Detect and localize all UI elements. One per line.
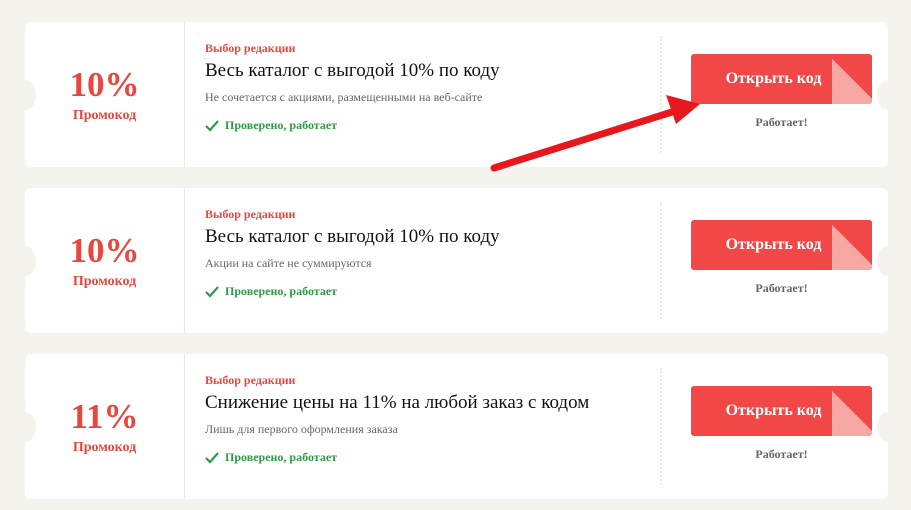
coupon-note: Лишь для первого оформления заказа — [205, 422, 398, 436]
coupon-card: 10% Промокод Выбор редакции Весь каталог… — [14, 188, 899, 333]
verified-label: Проверено, работает — [225, 284, 338, 298]
code-peel-corner — [832, 386, 872, 436]
editor-choice-label: Выбор редакции — [205, 207, 296, 221]
editor-choice-label: Выбор редакции — [205, 373, 296, 387]
check-icon — [205, 451, 219, 464]
verified-badge: Проверено, работает — [205, 450, 645, 465]
coupon-details: Выбор редакции Весь каталог с выгодой 10… — [205, 40, 645, 133]
discount-value: 11% — [70, 396, 139, 436]
coupon-discount-panel: 10% Промокод — [25, 188, 185, 333]
perforation-divider — [660, 36, 662, 153]
coupon-card: 11% Промокод Выбор редакции Снижение цен… — [14, 354, 899, 499]
coupon-card: 10% Промокод Выбор редакции Весь каталог… — [14, 22, 899, 167]
coupon-type: Промокод — [72, 439, 137, 455]
check-icon — [205, 119, 219, 132]
coupon-discount-panel: 10% Промокод — [25, 22, 185, 167]
verified-label: Проверено, работает — [225, 118, 338, 132]
discount-value: 10% — [69, 230, 140, 270]
coupon-details: Выбор редакции Весь каталог с выгодой 10… — [205, 206, 645, 299]
status-text: Работает! — [755, 115, 808, 129]
coupon-note: Не сочетается с акциями, размещенными на… — [205, 90, 483, 104]
coupon-title[interactable]: Снижение цены на 11% на любой заказ с ко… — [205, 391, 645, 415]
verified-badge: Проверено, работает — [205, 118, 645, 133]
open-code-label: Открыть код — [725, 70, 822, 87]
coupon-action: Открыть код Работает! — [691, 220, 872, 296]
editor-choice-label: Выбор редакции — [205, 41, 296, 55]
open-code-button[interactable]: Открыть код — [691, 386, 872, 436]
status-text: Работает! — [755, 447, 808, 461]
coupon-action: Открыть код Работает! — [691, 54, 872, 130]
code-peel-corner — [832, 54, 872, 104]
coupon-action: Открыть код Работает! — [691, 386, 872, 462]
open-code-label: Открыть код — [725, 236, 822, 253]
coupon-details: Выбор редакции Снижение цены на 11% на л… — [205, 372, 645, 465]
status-text: Работает! — [755, 281, 808, 295]
coupon-type: Промокод — [72, 273, 137, 289]
open-code-button[interactable]: Открыть код — [691, 54, 872, 104]
code-peel-corner — [832, 220, 872, 270]
open-code-label: Открыть код — [725, 402, 822, 419]
perforation-divider — [660, 202, 662, 319]
discount-value: 10% — [69, 64, 140, 104]
verified-badge: Проверено, работает — [205, 284, 645, 299]
coupon-discount-panel: 11% Промокод — [25, 354, 185, 499]
perforation-divider — [660, 368, 662, 485]
check-icon — [205, 285, 219, 298]
open-code-button[interactable]: Открыть код — [691, 220, 872, 270]
coupon-title[interactable]: Весь каталог с выгодой 10% по коду — [205, 59, 645, 83]
coupon-title[interactable]: Весь каталог с выгодой 10% по коду — [205, 225, 645, 249]
verified-label: Проверено, работает — [225, 450, 338, 464]
coupon-note: Акции на сайте не суммируются — [205, 256, 372, 270]
coupon-type: Промокод — [72, 107, 137, 123]
